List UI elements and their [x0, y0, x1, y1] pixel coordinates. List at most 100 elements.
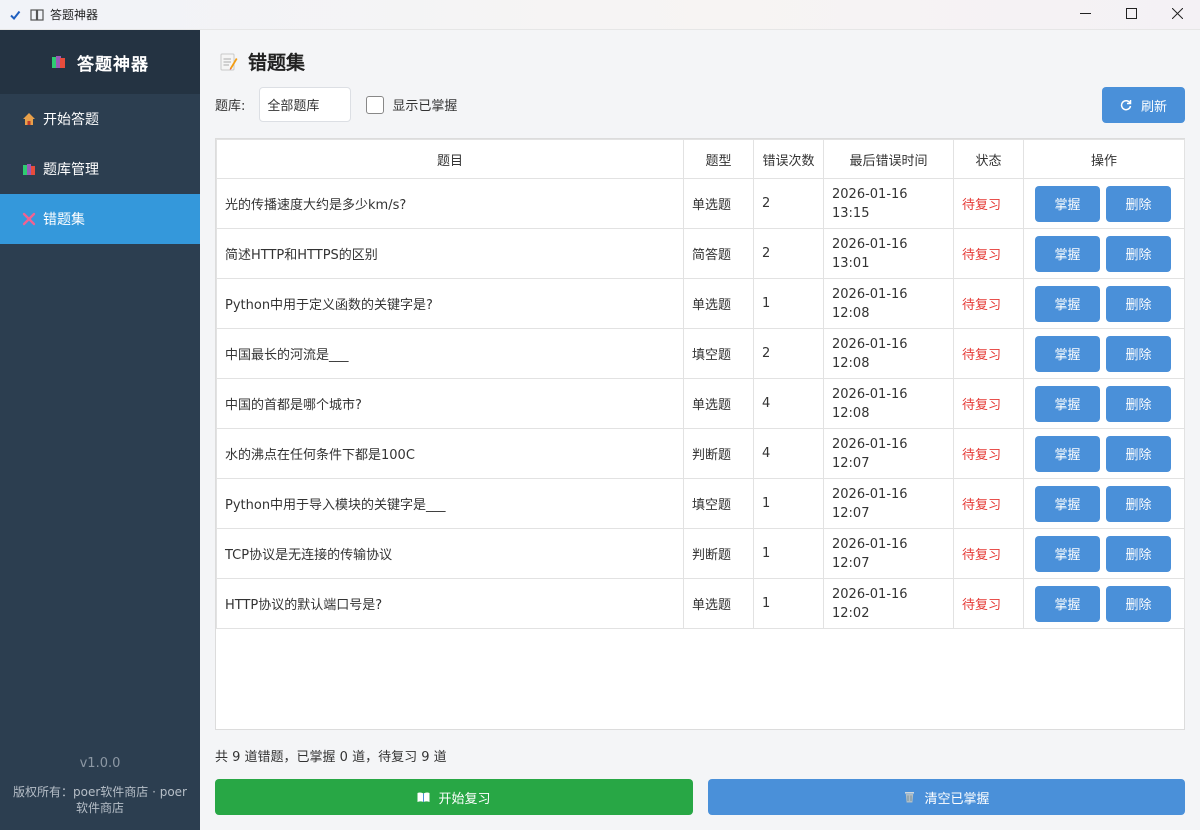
- summary-text: 共 9 道错题，已掌握 0 道，待复习 9 道: [215, 750, 447, 765]
- delete-button[interactable]: 删除: [1106, 185, 1171, 222]
- master-button[interactable]: 掌握: [1035, 285, 1100, 322]
- open-book-icon: [417, 791, 430, 803]
- window-title: 答题神器: [50, 8, 99, 22]
- clear-mastered-button[interactable]: 清空已掌握: [708, 779, 1185, 815]
- delete-button[interactable]: 删除: [1106, 435, 1171, 472]
- last-error-time-cell: 2026-01-16 12:07: [823, 528, 954, 579]
- delete-button[interactable]: 删除: [1106, 385, 1171, 422]
- last-error-date: 2026-01-16: [832, 486, 908, 502]
- delete-button[interactable]: 删除: [1106, 585, 1171, 622]
- master-button[interactable]: 掌握: [1035, 385, 1100, 422]
- status-cell: 待复习: [953, 378, 1024, 429]
- type-cell: 判断题: [683, 428, 754, 479]
- type-cell: 单选题: [683, 278, 754, 329]
- last-error-date: 2026-01-16: [832, 386, 908, 402]
- actions-cell: 掌握 删除: [1023, 478, 1185, 529]
- table-row: 中国最长的河流是___ 填空题 2 2026-01-16 12:08 待复习 掌握 删除: [216, 328, 1185, 379]
- start-review-label: 开始复习: [438, 791, 491, 807]
- sidebar-item-wrong-questions[interactable]: 错题集: [0, 194, 200, 244]
- delete-button[interactable]: 删除: [1106, 485, 1171, 522]
- column-header-type: 题型: [683, 139, 754, 179]
- actions-cell: 掌握 删除: [1023, 278, 1185, 329]
- last-error-time-cell: 2026-01-16 13:01: [823, 228, 954, 279]
- last-error-clock: 13:15: [832, 205, 870, 221]
- delete-button[interactable]: 删除: [1106, 535, 1171, 572]
- status-cell: 待复习: [953, 578, 1024, 629]
- close-icon: [1171, 7, 1183, 23]
- sidebar-header: 答题神器: [0, 30, 200, 94]
- master-button[interactable]: 掌握: [1035, 435, 1100, 472]
- last-error-clock: 12:07: [832, 555, 870, 571]
- question-cell: Python中用于定义函数的关键字是?: [216, 278, 684, 329]
- refresh-icon: [1120, 99, 1132, 111]
- minimize-icon: [1079, 7, 1091, 23]
- errors-cell: 1: [753, 528, 824, 579]
- errors-cell: 2: [753, 328, 824, 379]
- last-error-clock: 12:08: [832, 305, 870, 321]
- bank-select[interactable]: 全部题库: [259, 87, 352, 122]
- last-error-date: 2026-01-16: [832, 436, 908, 452]
- table-row: 中国的首都是哪个城市? 单选题 4 2026-01-16 12:08 待复习 掌握 删除: [216, 378, 1185, 429]
- last-error-clock: 12:08: [832, 405, 870, 421]
- errors-cell: 2: [753, 178, 824, 229]
- last-error-clock: 12:07: [832, 455, 870, 471]
- question-cell: HTTP协议的默认端口号是?: [216, 578, 684, 629]
- delete-button[interactable]: 删除: [1106, 285, 1171, 322]
- close-button[interactable]: [1154, 0, 1200, 30]
- last-error-time-cell: 2026-01-16 12:08: [823, 278, 954, 329]
- start-review-button[interactable]: 开始复习: [215, 779, 693, 815]
- delete-button[interactable]: 删除: [1106, 335, 1171, 372]
- master-button[interactable]: 掌握: [1035, 185, 1100, 222]
- master-button[interactable]: 掌握: [1035, 235, 1100, 272]
- last-error-date: 2026-01-16: [832, 586, 908, 602]
- table-row: 简述HTTP和HTTPS的区别 简答题 2 2026-01-16 13:01 待复习 掌握删…: [216, 228, 1185, 279]
- errors-cell: 1: [753, 578, 824, 629]
- table-header-row: 题目 题型 错误次数 最后错误时间 状态 操作: [216, 139, 1185, 179]
- status-cell: 待复习: [953, 528, 1024, 579]
- minimize-button[interactable]: [1062, 0, 1108, 30]
- master-button[interactable]: 掌握: [1035, 485, 1100, 522]
- refresh-button[interactable]: 刷新: [1102, 87, 1185, 123]
- sidebar-item-bank-management[interactable]: 题库管理: [0, 144, 200, 194]
- type-cell: 单选题: [683, 178, 754, 229]
- trash-icon: [903, 791, 916, 803]
- last-error-time-cell: 2026-01-16 12:07: [823, 478, 954, 529]
- status-cell: 待复习: [953, 428, 1024, 479]
- bank-filter-label: 题库:: [215, 99, 246, 114]
- type-cell: 填空题: [683, 328, 754, 379]
- copyright-text: 版权所有：poer软件商店 · poer软件商店: [13, 785, 187, 815]
- check-icon: [8, 8, 22, 22]
- show-mastered-label: 显示已掌握: [392, 99, 458, 114]
- table-row: Python中用于导入模块的关键字是___ 填空题 1 2026-01-16 12:07…: [216, 478, 1185, 529]
- maximize-button[interactable]: [1108, 0, 1154, 30]
- master-button[interactable]: 掌握: [1035, 585, 1100, 622]
- last-error-time-cell: 2026-01-16 12:07: [823, 428, 954, 479]
- page-title: 错题集: [248, 52, 306, 74]
- refresh-label: 刷新: [1140, 99, 1167, 115]
- show-mastered-toggle[interactable]: 显示已掌握: [366, 95, 457, 114]
- master-button[interactable]: 掌握: [1035, 335, 1100, 372]
- page-header: 错题集: [220, 48, 305, 75]
- sidebar-item-start-quiz[interactable]: 开始答题: [0, 94, 200, 144]
- table-row: Python中用于定义函数的关键字是? 单选题 1 2026-01-16 12:08 待复…: [216, 278, 1185, 329]
- actions-cell: 掌握 删除: [1023, 528, 1185, 579]
- window-titlebar: 答题神器: [0, 0, 1200, 30]
- last-error-time-cell: 2026-01-16 12:08: [823, 378, 954, 429]
- status-cell: 待复习: [953, 478, 1024, 529]
- sidebar-item-label: 开始答题: [43, 112, 99, 128]
- last-error-time-cell: 2026-01-16 13:15: [823, 178, 954, 229]
- actions-cell: 掌握 删除: [1023, 178, 1185, 229]
- filter-bar: 题库: 全部题库 显示已掌握: [215, 87, 457, 122]
- last-error-date: 2026-01-16: [832, 286, 908, 302]
- master-button[interactable]: 掌握: [1035, 535, 1100, 572]
- delete-button[interactable]: 删除: [1106, 235, 1171, 272]
- actions-cell: 掌握 删除: [1023, 578, 1185, 629]
- table-row: 水的沸点在任何条件下都是100C 判断题 4 2026-01-16 12:07 待复习 掌握…: [216, 428, 1185, 479]
- actions-cell: 掌握 删除: [1023, 328, 1185, 379]
- errors-cell: 2: [753, 228, 824, 279]
- last-error-clock: 12:02: [832, 605, 870, 621]
- type-cell: 单选题: [683, 578, 754, 629]
- last-error-clock: 13:01: [832, 255, 870, 271]
- last-error-clock: 12:07: [832, 505, 870, 521]
- show-mastered-checkbox[interactable]: [366, 95, 385, 114]
